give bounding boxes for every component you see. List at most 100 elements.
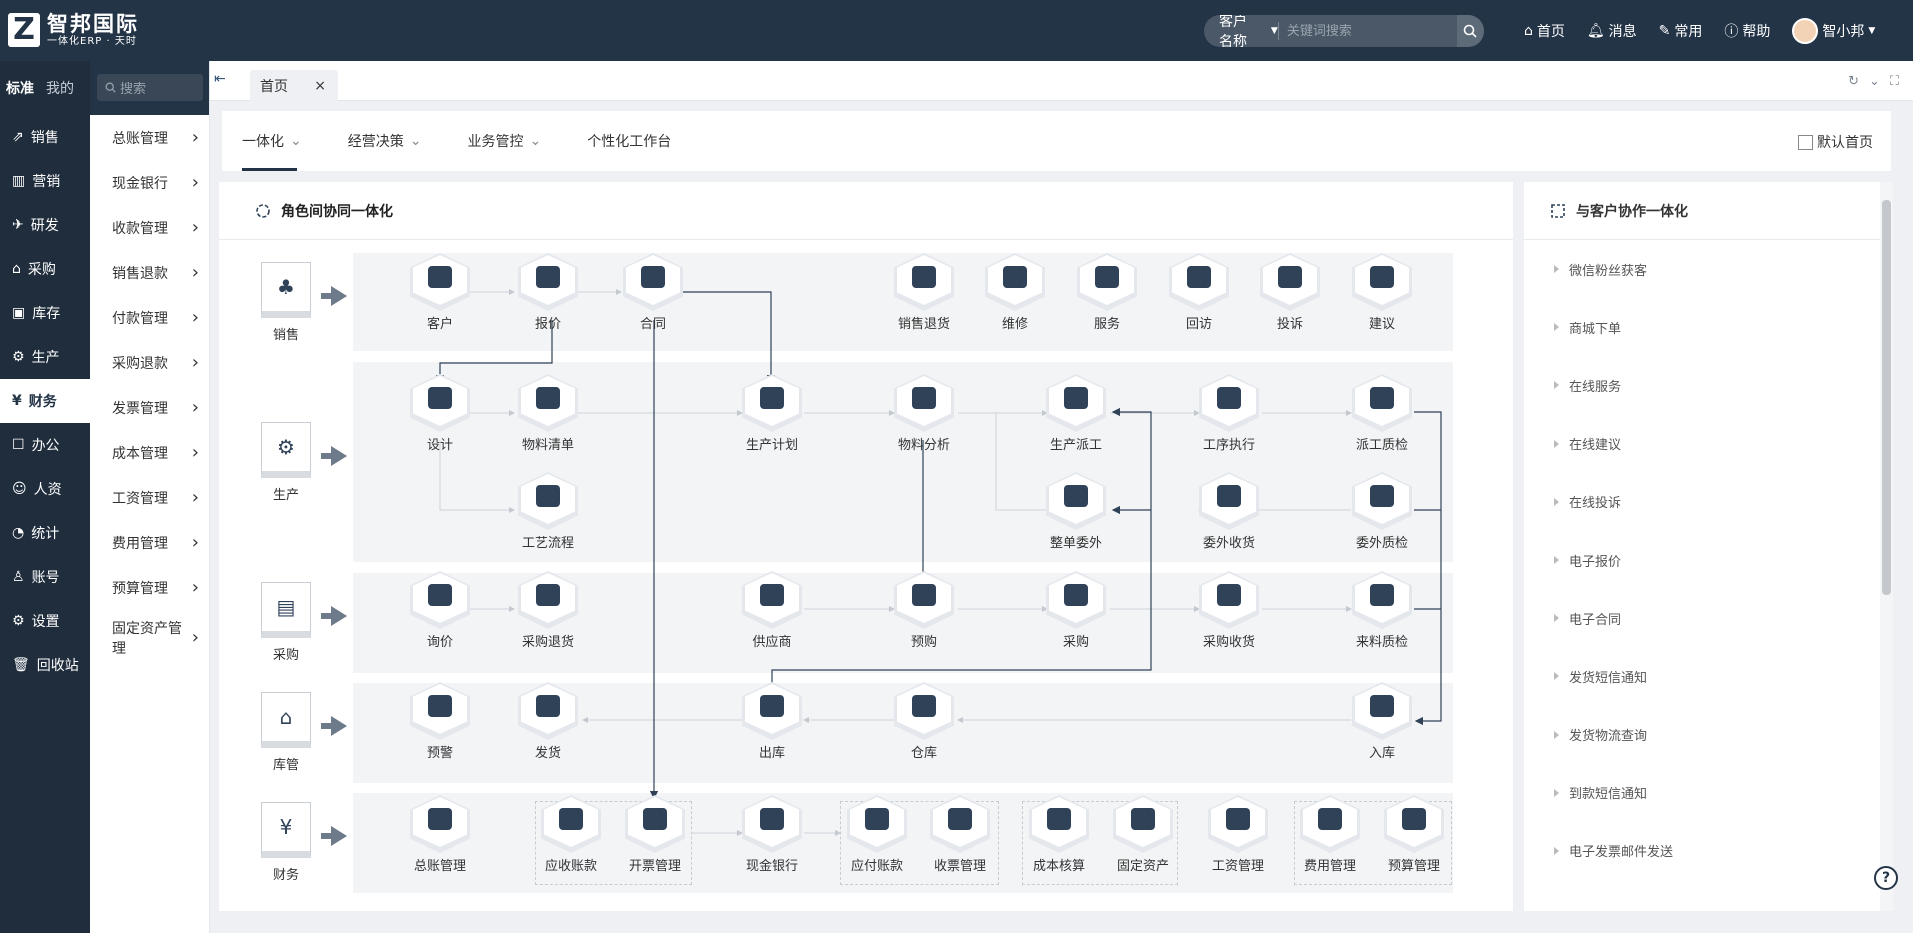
sidebar-item-12[interactable]: 🗑︎ 回收站 <box>0 643 90 687</box>
collab-item-5[interactable]: 电子报价 <box>1524 531 1880 589</box>
node-scpg[interactable]: 生产派工 <box>1040 374 1112 453</box>
node-pgzj[interactable]: 派工质检 <box>1346 374 1418 453</box>
search-button[interactable] <box>1456 15 1484 47</box>
node-cangku[interactable]: 仓库 <box>888 682 960 761</box>
role-2[interactable]: ▤ 采购 <box>256 582 316 663</box>
submenu-item-9[interactable]: 费用管理 › <box>90 520 209 565</box>
collab-item-8[interactable]: 发货物流查询 <box>1524 706 1880 764</box>
node-fygl[interactable]: 费用管理 <box>1294 795 1366 874</box>
node-hetong[interactable]: 合同 <box>617 253 689 332</box>
node-tousu[interactable]: 投诉 <box>1254 253 1326 332</box>
node-kpgl[interactable]: 开票管理 <box>619 795 691 874</box>
scrollbar[interactable] <box>1880 182 1893 911</box>
node-chuku[interactable]: 出库 <box>736 682 808 761</box>
nav-home[interactable]: ⌂ 首页 <box>1524 21 1565 41</box>
node-zzgl[interactable]: 总账管理 <box>404 795 476 874</box>
node-weixiu[interactable]: 维修 <box>979 253 1051 332</box>
user-menu[interactable]: 智小邦 ▼ <box>1792 17 1875 44</box>
sidebar-item-1[interactable]: ▥ 营销 <box>0 159 90 203</box>
node-xunjia[interactable]: 询价 <box>404 571 476 650</box>
role-1[interactable]: ⚙ 生产 <box>256 422 316 503</box>
collab-item-7[interactable]: 发货短信通知 <box>1524 647 1880 705</box>
node-gxzx[interactable]: 工序执行 <box>1193 374 1265 453</box>
nav-messages[interactable]: 🔔︎ 消息 <box>1587 21 1637 41</box>
submenu-item-5[interactable]: 采购退款 › <box>90 340 209 385</box>
default-home-checkbox[interactable]: 默认首页 <box>1798 132 1873 152</box>
submenu-item-0[interactable]: 总账管理 › <box>90 115 209 160</box>
collab-item-1[interactable]: 商城下单 <box>1524 298 1880 356</box>
tab-mine[interactable]: 我的 <box>40 78 80 98</box>
node-wwzj[interactable]: 委外质检 <box>1346 472 1418 551</box>
node-gys[interactable]: 供应商 <box>736 571 808 650</box>
sidebar-item-3[interactable]: ⌂ 采购 <box>0 247 90 291</box>
node-sheji[interactable]: 设计 <box>404 374 476 453</box>
node-huifang[interactable]: 回访 <box>1163 253 1235 332</box>
content-tab-0[interactable]: 一体化 ⌄ <box>242 111 302 171</box>
submenu-item-3[interactable]: 销售退款 › <box>90 250 209 295</box>
sidebar-item-7[interactable]: ☐ 办公 <box>0 423 90 467</box>
submenu-item-4[interactable]: 付款管理 › <box>90 295 209 340</box>
close-icon[interactable]: × <box>314 78 326 94</box>
node-baojia[interactable]: 报价 <box>512 253 584 332</box>
node-cbhs[interactable]: 成本核算 <box>1023 795 1095 874</box>
node-gdzc[interactable]: 固定资产 <box>1107 795 1179 874</box>
node-scjh[interactable]: 生产计划 <box>736 374 808 453</box>
refresh-icon[interactable]: ↻ <box>1848 74 1859 89</box>
node-yujing[interactable]: 预警 <box>404 682 476 761</box>
submenu-item-7[interactable]: 成本管理 › <box>90 430 209 475</box>
node-wlqd[interactable]: 物料清单 <box>512 374 584 453</box>
sidebar-item-0[interactable]: ⇗ 销售 <box>0 115 90 159</box>
sidebar-item-11[interactable]: ⚙ 设置 <box>0 599 90 643</box>
help-float-button[interactable]: ? <box>1874 866 1898 890</box>
scrollbar-thumb[interactable] <box>1882 200 1891 595</box>
collapse-menu-icon[interactable]: ⇤ <box>214 71 226 87</box>
node-fahuo[interactable]: 发货 <box>512 682 584 761</box>
nav-help[interactable]: ⓘ 帮助 <box>1724 21 1770 41</box>
node-jianyi[interactable]: 建议 <box>1346 253 1418 332</box>
node-yugou[interactable]: 预购 <box>888 571 960 650</box>
submenu-item-2[interactable]: 收款管理 › <box>90 205 209 250</box>
node-cgtk[interactable]: 采购退货 <box>512 571 584 650</box>
sidebar-item-4[interactable]: ▣ 库存 <box>0 291 90 335</box>
sidebar-item-9[interactable]: ◔ 统计 <box>0 511 90 555</box>
sidebar-item-5[interactable]: ⚙ 生产 <box>0 335 90 379</box>
sidebar-item-8[interactable]: ☺ 人资 <box>0 467 90 511</box>
logo[interactable]: Z 智邦国际 一体化ERP · 天时 <box>8 12 139 48</box>
collab-item-10[interactable]: 电子发票邮件发送 <box>1524 822 1880 880</box>
submenu-item-8[interactable]: 工资管理 › <box>90 475 209 520</box>
sidebar-item-2[interactable]: ✈ 研发 <box>0 203 90 247</box>
node-zdww[interactable]: 整单委外 <box>1040 472 1112 551</box>
node-cgsh[interactable]: 采购收货 <box>1193 571 1265 650</box>
chevron-down-icon[interactable]: ⌄ <box>1869 74 1880 89</box>
node-llzj[interactable]: 来料质检 <box>1346 571 1418 650</box>
role-0[interactable]: ♣ 销售 <box>256 262 316 343</box>
node-ysgl[interactable]: 预算管理 <box>1378 795 1450 874</box>
submenu-item-11[interactable]: 固定资产管理 › <box>90 610 209 665</box>
node-gzgl[interactable]: 工资管理 <box>1202 795 1274 874</box>
node-wwsh[interactable]: 委外收货 <box>1193 472 1265 551</box>
submenu-item-10[interactable]: 预算管理 › <box>90 565 209 610</box>
search-input[interactable] <box>1278 23 1457 39</box>
node-yfzk[interactable]: 应付账款 <box>841 795 913 874</box>
menu-search[interactable]: 搜索 <box>97 74 203 101</box>
content-tab-3[interactable]: 个性化工作台 <box>587 111 671 171</box>
node-xjyh[interactable]: 现金银行 <box>736 795 808 874</box>
node-ruku[interactable]: 入库 <box>1346 682 1418 761</box>
collab-item-0[interactable]: 微信粉丝获客 <box>1524 240 1880 298</box>
tab-home[interactable]: 首页 × <box>250 70 338 101</box>
submenu-item-1[interactable]: 现金银行 › <box>90 160 209 205</box>
sidebar-item-10[interactable]: ♙ 账号 <box>0 555 90 599</box>
tab-standard[interactable]: 标准 <box>0 78 40 98</box>
sidebar-item-6[interactable]: ¥ 财务 <box>0 379 90 423</box>
content-tab-2[interactable]: 业务管控 ⌄ <box>467 111 541 171</box>
node-kehu[interactable]: 客户 <box>404 253 476 332</box>
collab-item-9[interactable]: 到款短信通知 <box>1524 764 1880 822</box>
role-4[interactable]: ¥ 财务 <box>256 802 316 883</box>
node-gylc[interactable]: 工艺流程 <box>512 472 584 551</box>
node-spgl[interactable]: 收票管理 <box>924 795 996 874</box>
node-xstk[interactable]: 销售退货 <box>888 253 960 332</box>
node-caigou[interactable]: 采购 <box>1040 571 1112 650</box>
node-fuwu[interactable]: 服务 <box>1071 253 1143 332</box>
submenu-item-6[interactable]: 发票管理 › <box>90 385 209 430</box>
role-3[interactable]: ⌂ 库管 <box>256 692 316 773</box>
